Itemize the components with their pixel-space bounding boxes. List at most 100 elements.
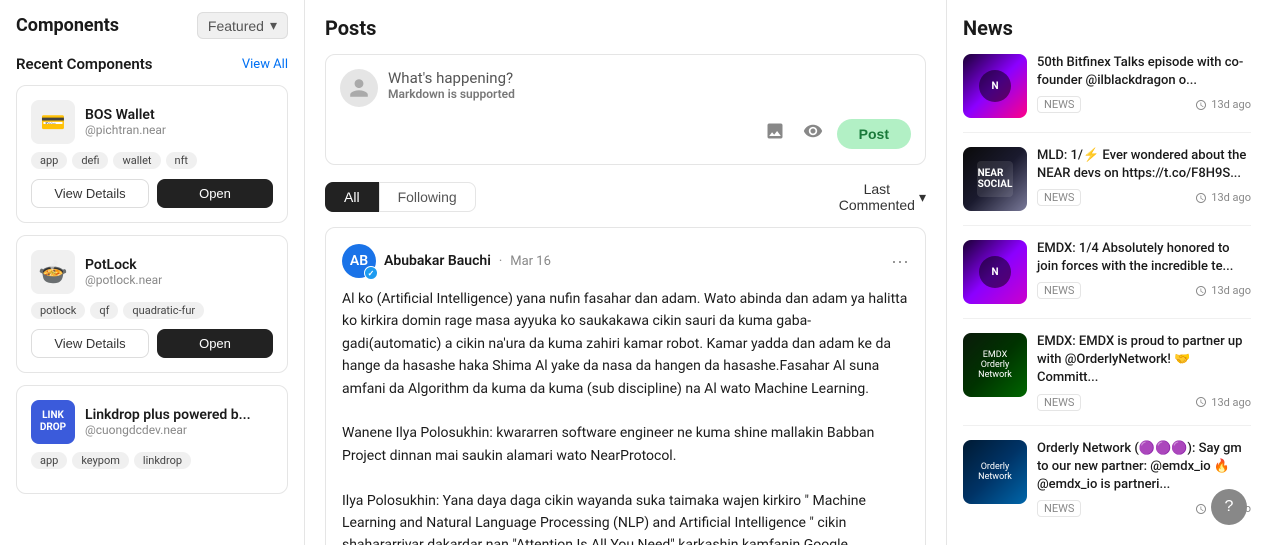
chevron-down-icon: ▾ <box>270 17 277 34</box>
chevron-down-icon: ▾ <box>919 189 926 206</box>
sidebar-title: Components <box>16 15 119 36</box>
news-item[interactable]: N 50th Bitfinex Talks episode with co-fo… <box>963 54 1251 133</box>
card-top: 🍲 PotLock @potlock.near <box>31 250 273 294</box>
featured-dropdown[interactable]: Featured ▾ <box>197 12 288 39</box>
post-composer: What's happening? Markdown is supported … <box>325 54 926 165</box>
card-info: Linkdrop plus powered b... @cuongdcdev.n… <box>85 407 251 437</box>
time-label: 13d ago <box>1211 284 1251 297</box>
news-thumbnail-3: N <box>963 240 1027 304</box>
news-item[interactable]: EMDXOrderlyNetwork EMDX: EMDX is proud t… <box>963 333 1251 426</box>
tag-app: app <box>31 452 67 469</box>
card-name: PotLock <box>85 257 162 273</box>
composer-actions: Post <box>340 117 911 150</box>
news-meta: NEWS 13d ago <box>1037 189 1251 206</box>
news-meta: NEWS 13d ago <box>1037 96 1251 113</box>
post-date: · <box>499 254 502 269</box>
post-date-value: Mar 16 <box>510 254 551 269</box>
time-label: 13d ago <box>1211 191 1251 204</box>
news-item[interactable]: NEARSOCIAL MLD: 1/⚡ Ever wondered about … <box>963 147 1251 226</box>
news-tag: NEWS <box>1037 282 1081 299</box>
news-text: Orderly Network (🟣🟣🟣): Say gm to our new… <box>1037 440 1251 495</box>
sort-button[interactable]: LastCommented ▾ <box>839 181 926 213</box>
more-options-button[interactable]: ··· <box>891 251 909 272</box>
potlock-icon: 🍲 <box>31 250 75 294</box>
card-handle: @potlock.near <box>85 273 162 287</box>
posts-title: Posts <box>325 16 926 40</box>
news-time: 13d ago <box>1195 98 1251 111</box>
markdown-label: Markdown <box>388 87 445 101</box>
card-top: LINKDROP Linkdrop plus powered b... @cuo… <box>31 400 273 444</box>
user-icon <box>348 77 370 99</box>
preview-icon[interactable] <box>799 117 827 150</box>
post-header: AB ✓ Abubakar Bauchi · Mar 16 ··· <box>342 244 909 278</box>
tag-row: app defi wallet nft <box>31 152 273 169</box>
view-details-button[interactable]: View Details <box>31 329 149 358</box>
view-details-button[interactable]: View Details <box>31 179 149 208</box>
news-sidebar: News N 50th Bitfinex Talks episode with … <box>947 0 1267 545</box>
composer-text: What's happening? Markdown is supported <box>388 69 515 101</box>
verified-badge: ✓ <box>364 266 378 280</box>
card-handle: @cuongdcdev.near <box>85 423 251 437</box>
filter-row: All Following LastCommented ▾ <box>325 181 926 213</box>
component-card-linkdrop: LINKDROP Linkdrop plus powered b... @cuo… <box>16 385 288 494</box>
near-logo: N <box>979 256 1011 288</box>
tag-potlock: potlock <box>31 302 85 319</box>
time-label: 13d ago <box>1211 396 1251 409</box>
tab-all[interactable]: All <box>325 182 379 212</box>
post-body: Al ko (Artificial Intelligence) yana nuf… <box>342 288 909 545</box>
time-label: 13d ago <box>1211 98 1251 111</box>
news-time: 13d ago <box>1195 396 1251 409</box>
post-button[interactable]: Post <box>837 119 911 149</box>
news-thumbnail-5: OrderlyNetwork <box>963 440 1027 504</box>
markdown-suffix: is supported <box>448 87 515 101</box>
card-info: BOS Wallet @pichtran.near <box>85 107 166 137</box>
news-content-1: 50th Bitfinex Talks episode with co-foun… <box>1037 54 1251 118</box>
card-buttons: View Details Open <box>31 179 273 208</box>
news-item[interactable]: OrderlyNetwork Orderly Network (🟣🟣🟣): Sa… <box>963 440 1251 532</box>
news-item[interactable]: N EMDX: 1/4 Absolutely honored to join f… <box>963 240 1251 319</box>
news-meta: NEWS 13d ago <box>1037 394 1251 411</box>
card-top: 💳 BOS Wallet @pichtran.near <box>31 100 273 144</box>
help-button[interactable]: ? <box>1211 489 1247 525</box>
tag-nft: nft <box>166 152 198 169</box>
author-name: Abubakar Bauchi <box>384 253 491 269</box>
news-thumbnail-2: NEARSOCIAL <box>963 147 1027 211</box>
image-icon[interactable] <box>761 117 789 150</box>
recent-header: Recent Components View All <box>16 55 288 73</box>
news-content-3: EMDX: 1/4 Absolutely honored to join for… <box>1037 240 1251 304</box>
news-text: MLD: 1/⚡ Ever wondered about the NEAR de… <box>1037 147 1251 183</box>
news-tag: NEWS <box>1037 394 1081 411</box>
tag-keypom: keypom <box>72 452 129 469</box>
recent-components-title: Recent Components <box>16 55 152 73</box>
tab-following[interactable]: Following <box>379 182 476 212</box>
news-content-2: MLD: 1/⚡ Ever wondered about the NEAR de… <box>1037 147 1251 211</box>
news-time: 13d ago <box>1195 191 1251 204</box>
open-button[interactable]: Open <box>157 179 273 208</box>
card-buttons: View Details Open <box>31 329 273 358</box>
news-meta: NEWS 13d ago <box>1037 282 1251 299</box>
card-info: PotLock @potlock.near <box>85 257 162 287</box>
news-text: EMDX: EMDX is proud to partner up with @… <box>1037 333 1251 388</box>
news-tag: NEWS <box>1037 500 1081 517</box>
filter-tabs: All Following <box>325 182 476 212</box>
open-button[interactable]: Open <box>157 329 273 358</box>
bos-wallet-icon: 💳 <box>31 100 75 144</box>
card-name: BOS Wallet <box>85 107 166 123</box>
news-tag: NEWS <box>1037 96 1081 113</box>
tag-wallet: wallet <box>113 152 160 169</box>
sort-label: LastCommented <box>839 181 915 213</box>
sidebar-header: Components Featured ▾ <box>16 12 288 39</box>
component-card-bos-wallet: 💳 BOS Wallet @pichtran.near app defi wal… <box>16 85 288 223</box>
news-thumbnail-1: N <box>963 54 1027 118</box>
tag-qf: qf <box>90 302 118 319</box>
news-tag: NEWS <box>1037 189 1081 206</box>
whats-happening: What's happening? <box>388 69 515 87</box>
news-thumbnail-4: EMDXOrderlyNetwork <box>963 333 1027 397</box>
author-avatar: AB ✓ <box>342 244 376 278</box>
tag-app: app <box>31 152 67 169</box>
tag-quadratic: quadratic-fur <box>123 302 204 319</box>
tag-row: app keypom linkdrop <box>31 452 273 469</box>
view-all-link[interactable]: View All <box>242 57 288 72</box>
left-sidebar: Components Featured ▾ Recent Components … <box>0 0 305 545</box>
tag-linkdrop: linkdrop <box>134 452 191 469</box>
